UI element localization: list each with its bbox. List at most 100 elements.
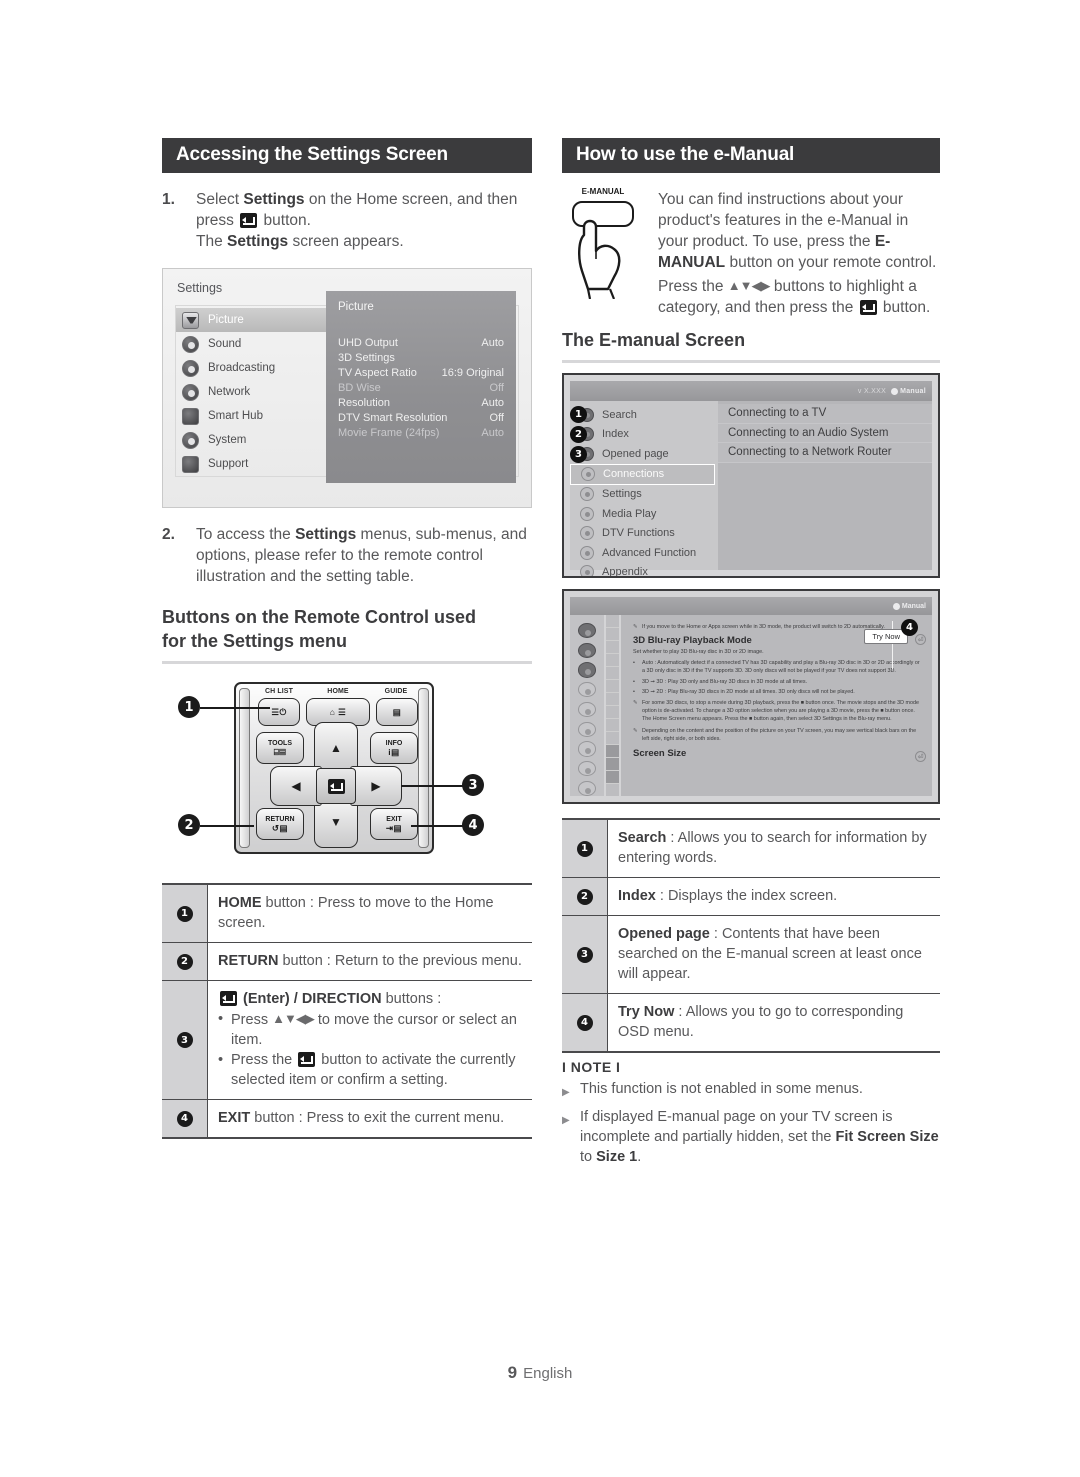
enter-button-icon (240, 213, 258, 228)
guide-glyph: ▤ (392, 707, 402, 717)
settings-menu-item-network[interactable]: Network (176, 380, 326, 404)
nav-label: Appendix (602, 566, 648, 578)
appendix-icon[interactable] (578, 780, 596, 796)
callout-1-leader (200, 707, 270, 709)
settings-option-row[interactable]: UHD Output Auto (326, 335, 516, 350)
emanual-screen-body: Search Index Opened page Connections Set… (570, 401, 932, 576)
info-button[interactable]: INFO i▤ (370, 732, 418, 764)
row-bold: (Enter) / DIRECTION (243, 991, 382, 1007)
settings-option-row[interactable]: DTV Smart Resolution Off (326, 410, 516, 425)
row-bullet: 1 (576, 840, 593, 857)
emanual-version: v X.XXX (857, 387, 887, 395)
settings-option-row[interactable]: Resolution Auto (326, 395, 516, 410)
scrollbar-thumb[interactable] (606, 771, 619, 784)
settings-option-value: Auto (481, 336, 504, 349)
emanual-nav-index[interactable]: Index (570, 425, 718, 445)
table-row: 3 (Enter) / DIRECTION buttons : • Press … (162, 981, 532, 1100)
row-rest: : Displays the index screen. (655, 888, 838, 904)
settings-option-row[interactable]: BD Wise Off (326, 380, 516, 395)
hand-icon (578, 219, 621, 299)
nav-label: Search (602, 408, 637, 421)
emanual-nav-settings[interactable]: Settings (570, 485, 718, 505)
picture-icon (182, 311, 199, 329)
row-bold: HOME (218, 895, 262, 911)
emanual-screen-illustration: v X.XXX Manual Search Index Opened page (562, 373, 940, 578)
settings-menu-label: Sound (208, 338, 242, 350)
direction-left-button[interactable]: ◀ (270, 766, 322, 806)
settings-menu-item-picture[interactable]: Picture (176, 308, 328, 332)
settings-menu-item-system[interactable]: System (176, 428, 326, 452)
note-text: If displayed E-manual page on your TV sc… (580, 1107, 940, 1167)
dtv-functions-icon[interactable] (578, 741, 596, 757)
ch-list-button[interactable]: ☰⏻ (258, 698, 300, 726)
settings-menu-item-broadcasting[interactable]: Broadcasting (176, 356, 326, 380)
step-1: 1. Select Settings on the Home screen, a… (162, 189, 532, 252)
advanced-function-icon[interactable] (578, 761, 596, 777)
tools-button[interactable]: TOOLS ⌸▤ (256, 732, 304, 764)
enter-glyph-icon (327, 778, 345, 794)
step-1-body: Select Settings on the Home screen, and … (196, 189, 532, 252)
emanual-nav-advanced-function[interactable]: Advanced Function (570, 543, 718, 563)
list-item[interactable]: Connecting to an Audio System (718, 423, 932, 443)
heading-divider (162, 661, 532, 664)
scrollbar[interactable] (606, 615, 619, 796)
settings-menu-label: Network (208, 386, 251, 398)
return-button[interactable]: RETURN ↺▤ (256, 808, 304, 840)
intro-p2-a: Press the (658, 278, 728, 295)
page-subtitle: Set whether to play 3D Blu-ray disc in 3… (633, 649, 764, 655)
emanual-page-illustration: Manual ✎ If you move to the Home or Apps… (562, 589, 940, 804)
callout-3: 3 (462, 774, 484, 796)
direction-right-button[interactable]: ▶ (350, 766, 402, 806)
settings-menu-label: System (208, 434, 247, 446)
guide-button[interactable]: ▤ (376, 698, 418, 726)
media-play-icon[interactable] (578, 721, 596, 737)
settings-menu-item-sound[interactable]: Sound (176, 332, 326, 356)
remote-buttons-table: 1 HOME button : Press to move to the Hom… (162, 883, 532, 1139)
emanual-nav-media-play[interactable]: Media Play (570, 504, 718, 524)
enter-button-icon (220, 991, 237, 1006)
scrollbar-thumb[interactable] (606, 758, 619, 771)
settings-menu-item-support[interactable]: Support (176, 452, 326, 476)
emanual-nav-search[interactable]: Search (570, 405, 718, 425)
brand-mark: Manual (891, 387, 926, 395)
nav-label: Media Play (602, 507, 657, 520)
scrollbar-thumb[interactable] (606, 745, 619, 758)
scrollbar-tick (606, 706, 619, 719)
settings-option-row[interactable]: TV Aspect Ratio 16:9 Original (326, 365, 516, 380)
scrollbar-tick (606, 615, 619, 628)
row-bold: EXIT (218, 1110, 251, 1126)
nav-label: DTV Functions (602, 527, 675, 540)
emanual-nav-dtv-functions[interactable]: DTV Functions (570, 524, 718, 544)
emanual-button-hand-illustration: E-MANUAL (562, 187, 654, 299)
smart-hub-icon (182, 407, 199, 425)
row-bullet: 2 (576, 888, 593, 905)
note-text: For some 3D discs, to stop a movie durin… (642, 699, 920, 722)
brand-dot-icon (891, 387, 899, 395)
index-icon[interactable] (578, 642, 596, 658)
table-row: 1 HOME button : Press to move to the Hom… (162, 885, 532, 943)
opened-page-icon[interactable] (578, 662, 596, 678)
guide-label: GUIDE (384, 688, 408, 695)
enter-button[interactable] (316, 768, 356, 804)
settings-icon[interactable] (578, 701, 596, 718)
emanual-nav-connections[interactable]: Connections (570, 463, 715, 485)
settings-option-row[interactable]: Movie Frame (24fps) Auto (326, 425, 516, 440)
media-play-icon (580, 506, 594, 521)
enter-ring-icon-top[interactable]: ⏎ (915, 634, 926, 645)
connections-icon[interactable] (578, 682, 596, 698)
settings-option-rows: UHD Output Auto 3D Settings TV Aspect Ra… (326, 335, 516, 440)
note-text-e: . (637, 1149, 642, 1165)
page-bullet: • 3D ➞ 2D : Play Blu-ray 3D discs in 2D … (633, 688, 922, 696)
list-item[interactable]: Connecting to a Network Router (718, 443, 932, 463)
note-mark-icon: ✎ (633, 699, 638, 706)
enter-ring-icon-bottom[interactable]: ⏎ (915, 751, 926, 762)
direction-arrows-icon: ▲▼◀▶ (272, 1011, 315, 1026)
exit-button[interactable]: EXIT ⇥▤ (370, 808, 418, 840)
search-icon[interactable] (578, 623, 596, 639)
settings-menu-item-smart-hub[interactable]: Smart Hub (176, 404, 326, 428)
list-item[interactable]: Connecting to a TV (718, 404, 932, 424)
emanual-nav-appendix[interactable]: Appendix (570, 563, 718, 578)
settings-option-row[interactable]: 3D Settings (326, 350, 516, 365)
emanual-nav-opened-page[interactable]: Opened page (570, 444, 718, 464)
row-number-cell: 3 (162, 981, 208, 1099)
